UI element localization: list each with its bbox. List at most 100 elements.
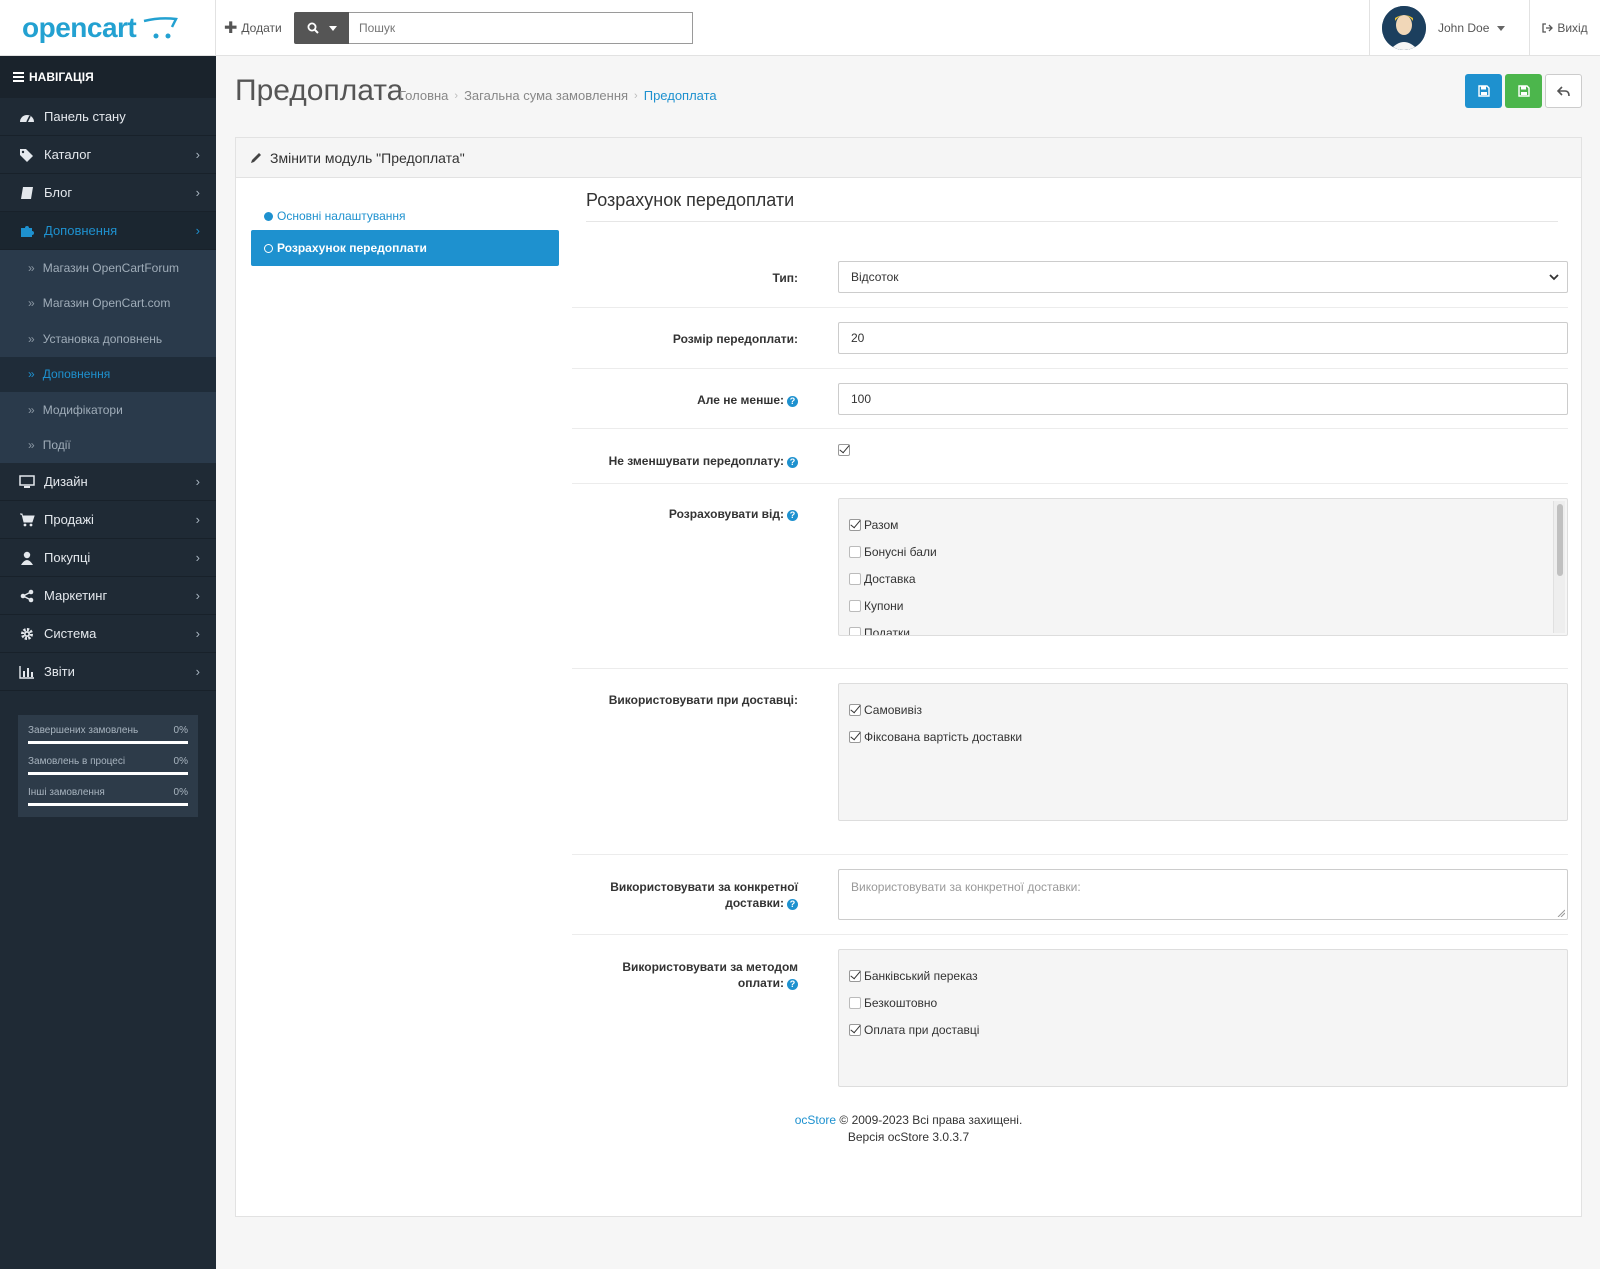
search-icon (307, 22, 319, 34)
cart-icon (18, 513, 36, 527)
progress-bar (28, 803, 188, 806)
checkbox-taxes[interactable]: Податки (849, 619, 1557, 635)
checkbox-flat-rate[interactable]: Фіксована вартість доставки (849, 723, 1557, 750)
circle-outline-icon (264, 243, 273, 253)
row-payment-methods: Використовувати за методом оплати:? Банк… (572, 935, 1568, 1100)
sidebar-item-sales[interactable]: Продажі › (0, 501, 216, 539)
save-and-stay-button[interactable] (1505, 74, 1542, 108)
dashboard-icon (18, 111, 36, 123)
tab-general-settings[interactable]: Основні налаштування (251, 198, 559, 234)
chevron-right-icon: › (195, 474, 200, 489)
no-reduce-label: Не зменшувати передоплату:? (498, 453, 798, 469)
stat-other: Інші замовлення 0% (28, 785, 188, 816)
opencart-logo[interactable]: opencart (22, 10, 179, 46)
sidebar-item-reports[interactable]: Звіти › (0, 653, 216, 691)
search-dropdown-button[interactable] (294, 12, 349, 44)
help-icon[interactable]: ? (787, 396, 798, 407)
row-no-reduce: Не зменшувати передоплату:? (572, 429, 1568, 484)
submenu-item-modifications[interactable]: » Модифікатори (0, 392, 216, 428)
submenu-item-opencartforum[interactable]: » Магазин OpenCartForum (0, 250, 216, 286)
logo-text: opencart (22, 12, 137, 43)
breadcrumb-order-totals[interactable]: Загальна сума замовлення (464, 88, 628, 103)
checkbox-coupons[interactable]: Купони (849, 592, 1557, 619)
help-icon[interactable]: ? (787, 457, 798, 468)
type-label: Тип: (772, 271, 799, 285)
search-group (294, 12, 693, 44)
sidebar-item-blog[interactable]: Блог › (0, 174, 216, 212)
shipping-label: Використовувати при доставці: (608, 693, 798, 707)
tab-prepayment-calculation[interactable]: Розрахунок передоплати (251, 230, 559, 266)
stat-processing: Замовлень в процесі 0% (28, 754, 188, 785)
nav-title[interactable]: НАВІГАЦІЯ (0, 56, 216, 98)
chevron-right-icon: › (195, 223, 200, 238)
back-button[interactable] (1545, 74, 1582, 108)
user-menu[interactable]: John Doe (1369, 0, 1529, 56)
specific-shipping-textarea[interactable]: Використовувати за конкретної доставки: (838, 869, 1568, 920)
sidebar-item-marketing[interactable]: Маркетинг › (0, 577, 216, 615)
no-reduce-checkbox[interactable] (838, 444, 850, 456)
sidebar-item-customers[interactable]: Покупці › (0, 539, 216, 577)
help-icon[interactable]: ? (787, 979, 798, 990)
scrollbar[interactable] (1553, 501, 1565, 633)
add-new-button[interactable]: ✚ Додати (224, 18, 282, 38)
resize-handle-icon[interactable] (1557, 909, 1565, 917)
gear-icon (18, 627, 36, 641)
page-title: Предоплата (235, 74, 404, 107)
chevron-right-icon: › (195, 512, 200, 527)
sidebar-item-dashboard[interactable]: Панель стану (0, 98, 216, 136)
minimum-input[interactable]: 100 (838, 383, 1568, 415)
specific-shipping-label: Використовувати за конкретної доставки:? (610, 880, 798, 910)
order-stats-panel: Завершених замовлень 0% Замовлень в проц… (18, 715, 198, 817)
footer-version: Версія ocStore 3.0.3.7 (847, 1130, 970, 1144)
checkbox-free-checkout[interactable]: Безкоштовно (849, 989, 1557, 1016)
row-minimum: Але не менше:? 100 (572, 369, 1568, 429)
breadcrumb-home[interactable]: Головна (399, 88, 448, 103)
size-label: Розмір передоплати: (672, 332, 798, 346)
help-icon[interactable]: ? (787, 899, 798, 910)
chevron-right-icon: › (195, 626, 200, 641)
bar-chart-icon (18, 665, 36, 679)
user-icon (18, 551, 36, 565)
scroll-thumb[interactable] (1557, 504, 1563, 576)
chevron-right-icon: › (195, 185, 200, 200)
double-chevron-icon: » (28, 402, 35, 417)
checkbox-cod[interactable]: Оплата при доставці (849, 1016, 1557, 1043)
stat-complete: Завершених замовлень 0% (28, 723, 188, 754)
search-input[interactable] (349, 12, 693, 44)
checkbox-shipping[interactable]: Доставка (849, 565, 1557, 592)
submenu-item-extensions[interactable]: » Доповнення (0, 356, 216, 392)
calc-from-list[interactable]: Разом Бонусні бали Доставка Купони Подат… (838, 498, 1568, 636)
prepayment-size-input[interactable]: 20 (838, 322, 1568, 354)
footer-brand-link[interactable]: ocStore (795, 1113, 836, 1127)
extensions-submenu: » Магазин OpenCartForum » Магазин OpenCart… (0, 250, 216, 463)
breadcrumb-current[interactable]: Предоплата (644, 88, 717, 103)
logout-button[interactable]: Вихід (1529, 0, 1600, 56)
row-type: Тип: Відсоток (572, 246, 1568, 308)
row-prepayment-size: Розмір передоплати: 20 (572, 308, 1568, 369)
sidebar-item-system[interactable]: Система › (0, 615, 216, 653)
row-calc-from: Розраховувати від:? Разом Бонусні бали Д… (572, 484, 1568, 669)
reply-icon (1557, 85, 1570, 96)
checkbox-pickup[interactable]: Самовивіз (849, 696, 1557, 723)
avatar (1382, 6, 1426, 50)
submenu-item-events[interactable]: » Події (0, 428, 216, 464)
payment-list: Банківський переказ Безкоштовно Оплата п… (838, 949, 1568, 1087)
checkbox-reward-points[interactable]: Бонусні бали (849, 538, 1557, 565)
book-icon (18, 186, 36, 200)
plus-icon: ✚ (224, 20, 238, 37)
checkbox-total[interactable]: Разом (849, 511, 1557, 538)
calc-from-label: Розраховувати від:? (558, 506, 798, 522)
row-specific-shipping: Використовувати за конкретної доставки:?… (572, 855, 1568, 935)
submenu-item-installer[interactable]: » Установка доповнень (0, 321, 216, 357)
shipping-list: Самовивіз Фіксована вартість доставки (838, 683, 1568, 821)
help-icon[interactable]: ? (787, 510, 798, 521)
checkbox-bank-transfer[interactable]: Банківський переказ (849, 962, 1557, 989)
submenu-item-opencart-com[interactable]: » Магазин OpenCart.com (0, 286, 216, 322)
save-button[interactable] (1465, 74, 1502, 108)
sidebar-item-extensions[interactable]: Доповнення › (0, 212, 216, 250)
floppy-icon (1517, 85, 1530, 97)
caret-down-icon (1497, 25, 1506, 31)
sidebar-item-catalog[interactable]: Каталог › (0, 136, 216, 174)
type-select[interactable]: Відсоток (838, 261, 1568, 293)
sidebar-item-design[interactable]: Дизайн › (0, 463, 216, 501)
